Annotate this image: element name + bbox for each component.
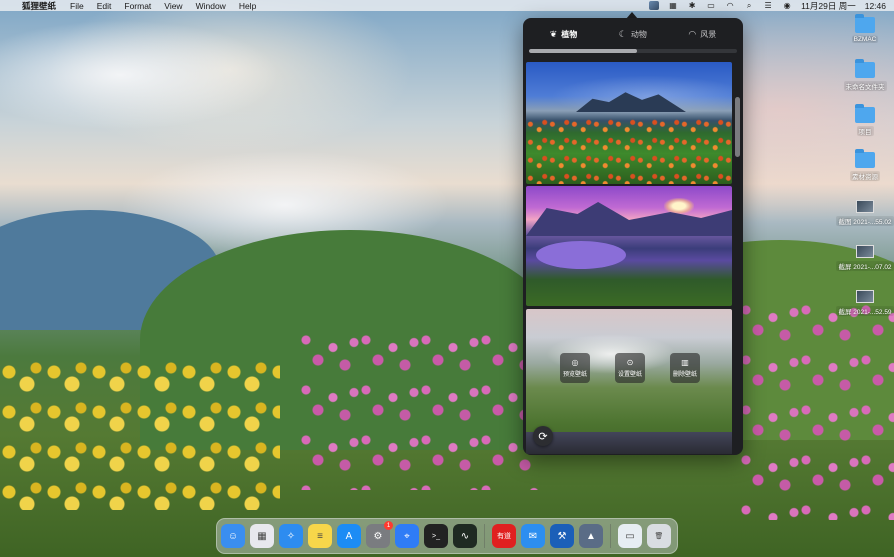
next-thumbnail-peek <box>526 432 732 454</box>
preview-wallpaper-button[interactable]: ◎ 预览壁纸 <box>560 353 590 383</box>
appstore-icon: A <box>345 530 353 542</box>
dock-map-pin-icon[interactable]: ⌖ <box>395 524 419 548</box>
menu-format[interactable]: Format <box>124 1 151 11</box>
map-pin-icon: ⌖ <box>404 530 410 542</box>
dock-settings-icon[interactable]: ⚙ 1 <box>366 521 393 548</box>
menubar: 狐狸壁纸 File Edit Format View Window Help ▦… <box>0 0 894 11</box>
launchpad-icon: ▦ <box>257 530 267 542</box>
preview-wallpaper-label: 预览壁纸 <box>562 371 587 378</box>
menubar-time[interactable]: 12:46 <box>865 1 886 11</box>
dock-finder-icon[interactable]: ☺ <box>221 524 245 548</box>
desktop-screenshot-1[interactable]: 截图 2021-...55.02 <box>835 200 894 226</box>
dock-mail-icon[interactable]: ✉ <box>521 524 545 548</box>
mail-icon: ✉ <box>528 530 538 542</box>
progress-fill <box>529 49 638 53</box>
moon-icon: ☾ <box>618 28 627 39</box>
preview-icon: ◎ <box>571 357 579 367</box>
folder-icon <box>855 104 875 123</box>
dock: ☺ ▦ ✧ ≡ A ⚙ 1 ⌖ >_ ∿ 有道 ✉ ⚒ ▲ ▭ 🗑 <box>216 518 678 554</box>
wallpaper-thumbnail[interactable] <box>526 186 732 306</box>
dock-safari-icon[interactable]: ✧ <box>279 524 303 548</box>
bluetooth-icon[interactable]: ✱ <box>687 1 697 10</box>
screenshot-file-icon <box>856 200 874 213</box>
dock-separator <box>484 524 485 548</box>
dock-trash-icon[interactable]: 🗑 <box>647 524 671 548</box>
wallpaper-tray-icon[interactable] <box>649 1 660 10</box>
tab-animals[interactable]: ☾ 动物 <box>613 25 653 44</box>
wallpaper-popover: ❦ 植物 ☾ 动物 ◠ 风景 ◎ 预览壁纸 ⊙ 设置壁纸 ▥ 删除壁纸 ⟳ <box>523 18 743 455</box>
notes-icon: ≡ <box>317 530 323 542</box>
scrollbar-thumb[interactable] <box>735 97 740 157</box>
dock-notes-icon[interactable]: ≡ <box>308 524 332 548</box>
folder-icon <box>855 149 875 168</box>
control-center-icon[interactable]: ☰ <box>763 1 773 10</box>
category-tabs: ❦ 植物 ☾ 动物 ◠ 风景 <box>523 18 743 50</box>
dock-xcode-icon[interactable]: ⚒ <box>550 524 574 548</box>
input-method-icon[interactable]: ▦ <box>668 1 678 10</box>
settings-icon: ⚙ <box>373 530 383 542</box>
menu-window[interactable]: Window <box>196 1 226 11</box>
wallpaper-app-icon: ▲ <box>586 530 596 542</box>
tab-scenery[interactable]: ◠ 风景 <box>682 25 722 44</box>
refresh-button[interactable]: ⟳ <box>533 426 553 446</box>
wifi-icon: ◠ <box>688 28 697 39</box>
desktop-folder-project[interactable]: 项目 <box>835 104 894 136</box>
dock-wallpaper-app-icon[interactable]: ▲ <box>579 524 603 548</box>
terminal-icon: >_ <box>432 532 440 540</box>
delete-wallpaper-label: 删除壁纸 <box>672 371 697 378</box>
dock-activity-icon[interactable]: ∿ <box>453 524 477 548</box>
wallpaper-thumbnail-hovered[interactable]: ◎ 预览壁纸 ⊙ 设置壁纸 ▥ 删除壁纸 <box>526 309 732 452</box>
youdao-icon: 有道 <box>497 533 511 540</box>
activity-icon: ∿ <box>460 530 470 542</box>
set-wallpaper-button[interactable]: ⊙ 设置壁纸 <box>615 353 645 383</box>
siri-icon[interactable]: ◉ <box>782 1 792 10</box>
desktop-folder-untitled[interactable]: 未命名文件夹 <box>835 59 894 91</box>
delete-wallpaper-button[interactable]: ▥ 删除壁纸 <box>670 353 700 383</box>
desktop-screenshot-2[interactable]: 截屏 2021-...07.02 <box>835 245 894 271</box>
set-wallpaper-icon: ⊙ <box>626 357 634 367</box>
finder-icon: ☺ <box>227 530 239 542</box>
menu-file[interactable]: File <box>70 1 84 11</box>
notification-badge: 1 <box>384 521 393 530</box>
menu-help[interactable]: Help <box>239 1 256 11</box>
tab-label: 动物 <box>630 29 647 39</box>
menubar-app-name[interactable]: 狐狸壁纸 <box>22 0 56 12</box>
dock-terminal-icon[interactable]: >_ <box>424 524 448 548</box>
menu-edit[interactable]: Edit <box>97 1 112 11</box>
screenshot-file-icon <box>856 245 874 258</box>
dock-separator <box>610 524 611 548</box>
dock-appstore-icon[interactable]: A <box>337 524 361 548</box>
dock-youdao-icon[interactable]: 有道 <box>492 524 516 548</box>
refresh-icon: ⟳ <box>538 430 548 443</box>
menu-view[interactable]: View <box>164 1 182 11</box>
leaf-icon: ❦ <box>549 28 558 39</box>
folder-icon <box>855 59 875 78</box>
folder-icon <box>855 14 875 33</box>
screenshot-file-icon <box>856 290 874 303</box>
tab-label: 植物 <box>561 29 578 39</box>
desktop-screenshot-3[interactable]: 截屏 2021-...52.59 <box>835 290 894 316</box>
dock-launchpad-icon[interactable]: ▦ <box>250 524 274 548</box>
battery-icon[interactable]: ▭ <box>706 1 716 10</box>
wallpaper-thumbnail[interactable] <box>526 62 732 184</box>
downloads-icon: ▭ <box>625 530 635 542</box>
wifi-icon[interactable]: ◠ <box>725 1 735 10</box>
wallpaper-feed[interactable]: ◎ 预览壁纸 ⊙ 设置壁纸 ▥ 删除壁纸 <box>526 57 732 452</box>
feed-scrollbar[interactable] <box>735 57 741 452</box>
menubar-date[interactable]: 11月29日 周一 <box>801 0 856 12</box>
safari-icon: ✧ <box>286 530 296 542</box>
tab-label: 风景 <box>700 29 717 39</box>
set-wallpaper-label: 设置壁纸 <box>617 371 642 378</box>
desktop-folder-bzmac[interactable]: BZMAC <box>835 14 894 43</box>
desktop-folder-assets[interactable]: 素材资源 <box>835 149 894 181</box>
desktop-wallpaper <box>0 0 894 557</box>
xcode-icon: ⚒ <box>557 530 567 542</box>
trash-icon: ▥ <box>681 357 689 367</box>
tab-plants[interactable]: ❦ 植物 <box>544 25 584 44</box>
trash-icon: 🗑 <box>654 533 664 540</box>
thumbnail-actions: ◎ 预览壁纸 ⊙ 设置壁纸 ▥ 删除壁纸 <box>560 353 700 383</box>
loading-progress-bar <box>529 49 737 53</box>
search-icon[interactable]: ⌕ <box>744 1 754 10</box>
dock-downloads-icon[interactable]: ▭ <box>618 524 642 548</box>
